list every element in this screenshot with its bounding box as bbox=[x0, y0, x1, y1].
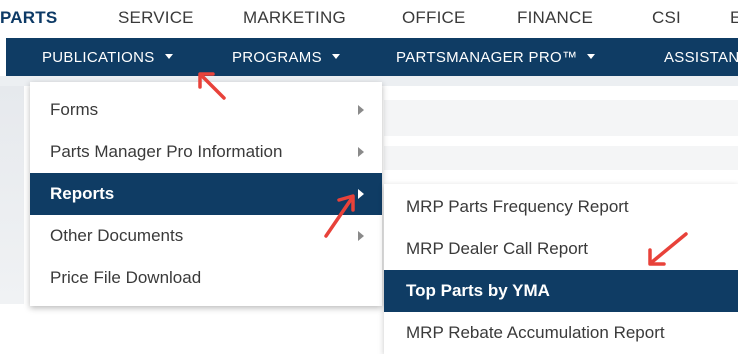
top-nav-e[interactable]: E bbox=[730, 8, 738, 28]
menu-item-label: Reports bbox=[50, 184, 115, 203]
sub-nav-partsmanager-pro-label: PARTSMANAGER PRO™ bbox=[396, 49, 578, 66]
sub-nav: PUBLICATIONS PROGRAMS PARTSMANAGER PRO™ … bbox=[6, 38, 738, 76]
triangle-right-icon bbox=[358, 231, 364, 241]
page-side-band bbox=[0, 86, 24, 304]
caret-down-icon bbox=[587, 53, 596, 59]
sub-nav-partsmanager-pro[interactable]: PARTSMANAGER PRO™ bbox=[396, 49, 596, 66]
sub-nav-programs-label: PROGRAMS bbox=[232, 49, 322, 66]
caret-down-icon bbox=[331, 53, 340, 59]
sub-nav-publications[interactable]: PUBLICATIONS bbox=[42, 49, 173, 66]
triangle-right-icon bbox=[358, 189, 364, 199]
submenu-item-mrp-rebate-accumulation-report[interactable]: MRP Rebate Accumulation Report bbox=[384, 312, 738, 354]
submenu-item-mrp-parts-frequency-report[interactable]: MRP Parts Frequency Report bbox=[384, 186, 738, 228]
triangle-right-icon bbox=[358, 147, 364, 157]
top-nav-office[interactable]: OFFICE bbox=[402, 8, 466, 28]
sub-nav-programs[interactable]: PROGRAMS bbox=[232, 49, 340, 66]
red-arrow-icon bbox=[198, 72, 226, 100]
menu-item-price-file-download[interactable]: Price File Download bbox=[30, 257, 382, 299]
top-nav-parts[interactable]: PARTS bbox=[0, 8, 57, 28]
top-nav-service[interactable]: SERVICE bbox=[118, 8, 194, 28]
menu-item-label: Forms bbox=[50, 100, 99, 119]
top-nav-csi[interactable]: CSI bbox=[652, 8, 681, 28]
menu-item-label: Parts Manager Pro Information bbox=[50, 142, 283, 161]
red-arrow-icon bbox=[324, 194, 355, 238]
reports-submenu: MRP Parts Frequency Report MRP Dealer Ca… bbox=[384, 184, 738, 354]
sub-nav-publications-label: PUBLICATIONS bbox=[42, 49, 155, 66]
top-nav-marketing[interactable]: MARKETING bbox=[243, 8, 346, 28]
page-content-strip bbox=[384, 100, 738, 136]
menu-item-label: Price File Download bbox=[50, 268, 202, 287]
red-arrow-icon bbox=[648, 232, 688, 266]
submenu-item-top-parts-by-yma[interactable]: Top Parts by YMA bbox=[384, 270, 738, 312]
menu-item-label: Other Documents bbox=[50, 226, 184, 245]
sub-nav-assistance[interactable]: ASSISTAN bbox=[664, 49, 738, 66]
page-content-strip bbox=[384, 146, 738, 170]
menu-item-parts-manager-pro-information[interactable]: Parts Manager Pro Information bbox=[30, 131, 382, 173]
triangle-right-icon bbox=[358, 105, 364, 115]
top-nav: PARTS SERVICE MARKETING OFFICE FINANCE C… bbox=[0, 0, 738, 38]
top-nav-finance[interactable]: FINANCE bbox=[517, 8, 593, 28]
caret-down-icon bbox=[164, 53, 173, 59]
